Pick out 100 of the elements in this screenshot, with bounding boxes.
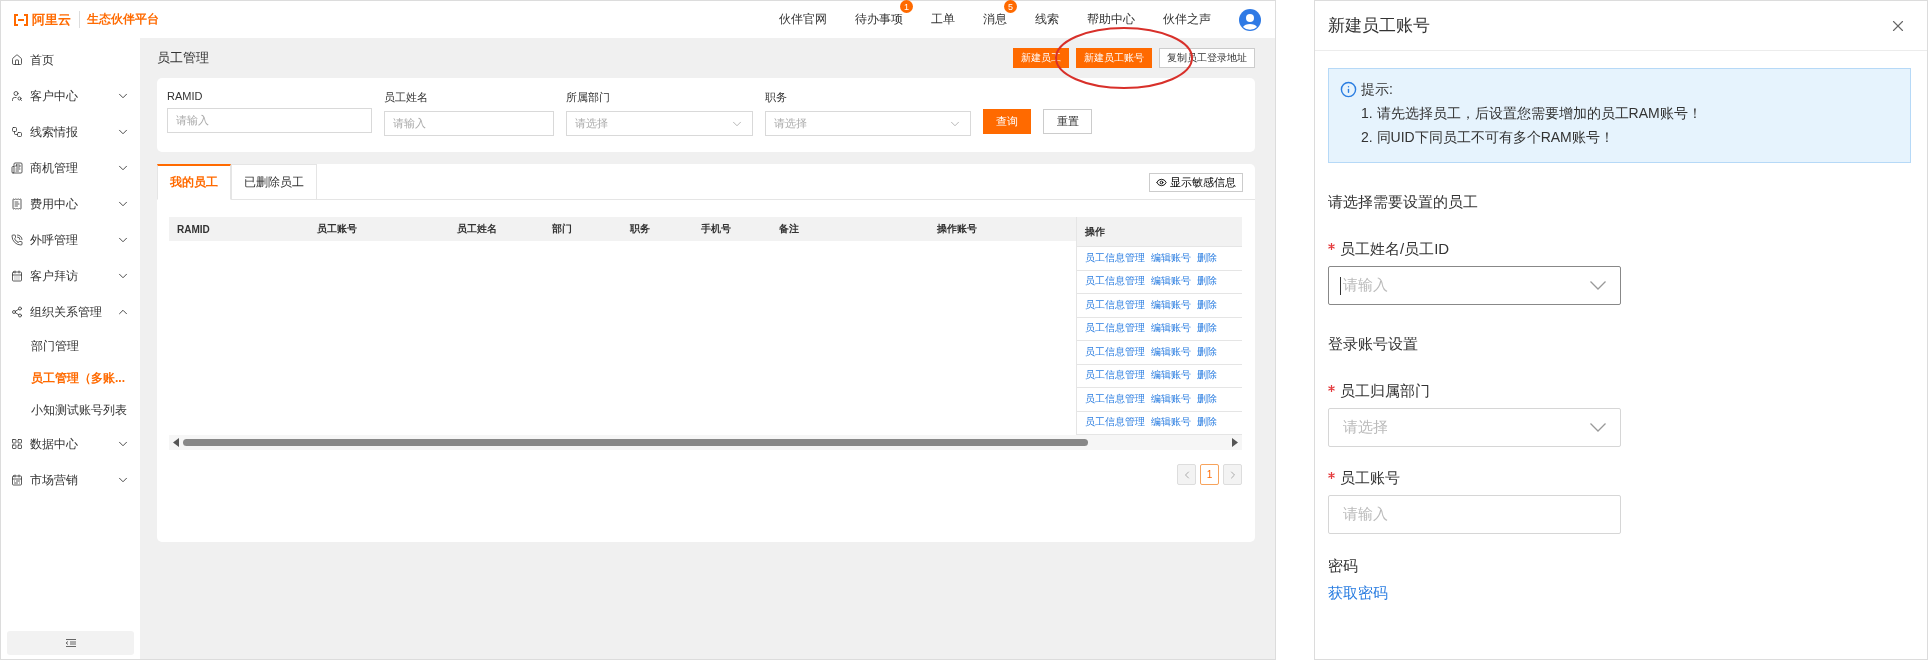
action-link[interactable]: 编辑账号 bbox=[1151, 298, 1191, 312]
sidebar-item[interactable]: 组织关系管理 bbox=[1, 294, 140, 330]
collapse-icon bbox=[65, 639, 76, 647]
action-link[interactable]: 员工信息管理 bbox=[1085, 251, 1145, 265]
action-link[interactable]: 编辑账号 bbox=[1151, 392, 1191, 406]
menu-icon bbox=[11, 54, 23, 66]
sidebar-item[interactable]: 费用中心 bbox=[1, 186, 140, 222]
menu-icon bbox=[11, 90, 23, 102]
action-link[interactable]: 编辑账号 bbox=[1151, 345, 1191, 359]
nav-link[interactable]: 工单 bbox=[931, 11, 955, 28]
action-link[interactable]: 员工信息管理 bbox=[1085, 275, 1145, 289]
input-field[interactable]: 请输入 bbox=[167, 108, 372, 133]
input-field[interactable]: 请输入 bbox=[384, 111, 554, 136]
action-link[interactable]: 删除 bbox=[1197, 369, 1217, 383]
sidebar-item[interactable]: 客户拜访 bbox=[1, 258, 140, 294]
action-link[interactable]: 员工信息管理 bbox=[1085, 392, 1145, 406]
action-link[interactable]: 编辑账号 bbox=[1151, 369, 1191, 383]
menu-icon bbox=[11, 198, 23, 210]
action-link[interactable]: 删除 bbox=[1197, 251, 1217, 265]
sidebar-subitem[interactable]: 小知测试账号列表 bbox=[1, 394, 140, 426]
query-button[interactable]: 查询 bbox=[983, 109, 1031, 134]
action-link[interactable]: 删除 bbox=[1197, 322, 1217, 336]
section-heading: 请选择需要设置的员工 bbox=[1328, 193, 1479, 212]
scroll-right-icon[interactable] bbox=[1232, 438, 1238, 447]
column-header: 职务 bbox=[630, 222, 651, 236]
sidebar-item[interactable]: 客户中心 bbox=[1, 78, 140, 114]
nav-link[interactable]: 伙伴之声 bbox=[1163, 11, 1211, 28]
nav-link[interactable]: 线索 bbox=[1035, 11, 1059, 28]
menu-icon bbox=[11, 234, 23, 246]
chevron-down-icon bbox=[1590, 423, 1606, 432]
sidebar-item[interactable]: 数据中心 bbox=[1, 426, 140, 462]
avatar-icon[interactable] bbox=[1239, 8, 1261, 31]
action-link[interactable]: 删除 bbox=[1197, 298, 1217, 312]
sidebar-item[interactable]: 首页 bbox=[1, 42, 140, 78]
action-link[interactable]: 员工信息管理 bbox=[1085, 322, 1145, 336]
field-label: 员工姓名/员工ID bbox=[1340, 240, 1450, 259]
nav-link[interactable]: 帮助中心 bbox=[1087, 11, 1135, 28]
action-link[interactable]: 删除 bbox=[1197, 416, 1217, 430]
select-field[interactable]: 请选择 bbox=[566, 111, 753, 136]
scroll-left-icon[interactable] bbox=[173, 438, 179, 447]
column-header: RAMID bbox=[177, 223, 211, 235]
action-link[interactable]: 员工信息管理 bbox=[1085, 416, 1145, 430]
menu-icon bbox=[11, 474, 23, 486]
section-heading: 登录账号设置 bbox=[1328, 335, 1419, 354]
page-title: 员工管理 bbox=[157, 49, 209, 67]
get-password-link[interactable]: 获取密码 bbox=[1328, 584, 1911, 603]
column-header: 备注 bbox=[779, 222, 800, 236]
nav-link[interactable]: 消息 bbox=[983, 11, 1007, 28]
dialog-title: 新建员工账号 bbox=[1328, 15, 1430, 37]
reset-button[interactable]: 重置 bbox=[1043, 109, 1092, 134]
filter-label: 所属部门 bbox=[566, 90, 611, 105]
field-label: 员工归属部门 bbox=[1340, 382, 1430, 401]
count-badge: 5 bbox=[1004, 0, 1017, 13]
count-badge: 1 bbox=[900, 0, 913, 13]
sidebar-item[interactable]: 线索情报 bbox=[1, 114, 140, 150]
nav-link[interactable]: 伙伴官网 bbox=[779, 11, 827, 28]
horizontal-scrollbar[interactable] bbox=[169, 435, 1242, 450]
action-link[interactable]: 编辑账号 bbox=[1151, 322, 1191, 336]
alert-text: 1. 请先选择员工，后设置您需要增加的员工RAM账号！ bbox=[1361, 105, 1702, 123]
alert-title: 提示: bbox=[1361, 81, 1394, 99]
page-button[interactable]: 1 bbox=[1200, 464, 1219, 485]
logo-icon bbox=[13, 13, 29, 26]
menu-icon bbox=[11, 126, 23, 138]
info-icon bbox=[1340, 81, 1357, 98]
action-link[interactable]: 删除 bbox=[1197, 345, 1217, 359]
alert-text: 2. 同UID下同员工不可有多个RAM账号！ bbox=[1361, 129, 1615, 147]
column-header: 操作账号 bbox=[937, 222, 978, 236]
logo-text: 阿里云 bbox=[32, 10, 71, 29]
nav-link[interactable]: 待办事项 bbox=[855, 11, 903, 28]
menu-icon bbox=[11, 162, 23, 174]
sidebar-subitem[interactable]: 员工管理（多账... bbox=[1, 362, 140, 394]
menu-icon bbox=[11, 270, 23, 282]
menu-icon bbox=[11, 306, 23, 318]
action-link[interactable]: 员工信息管理 bbox=[1085, 345, 1145, 359]
sidebar-item[interactable]: 商机管理 bbox=[1, 150, 140, 186]
action-link[interactable]: 员工信息管理 bbox=[1085, 298, 1145, 312]
action-link[interactable]: 员工信息管理 bbox=[1085, 369, 1145, 383]
action-link[interactable]: 编辑账号 bbox=[1151, 251, 1191, 265]
column-header: 员工账号 bbox=[317, 222, 358, 236]
filter-label: 员工姓名 bbox=[384, 90, 429, 105]
filter-label: 职务 bbox=[765, 90, 788, 105]
eye-icon bbox=[1156, 177, 1167, 188]
sidebar-item[interactable]: 市场营销 bbox=[1, 462, 140, 498]
select-field[interactable]: 请选择 bbox=[765, 111, 971, 136]
menu-icon bbox=[11, 438, 23, 450]
field-label: 密码 bbox=[1328, 557, 1359, 576]
action-link[interactable]: 编辑账号 bbox=[1151, 416, 1191, 430]
chevron-down-icon bbox=[1590, 281, 1606, 290]
column-header: 操作 bbox=[1077, 217, 1242, 247]
action-link[interactable]: 删除 bbox=[1197, 392, 1217, 406]
field-label: 员工账号 bbox=[1340, 469, 1400, 488]
tab[interactable]: 我的员工 bbox=[157, 164, 231, 200]
tab[interactable]: 已删除员工 bbox=[231, 164, 317, 200]
action-link[interactable]: 删除 bbox=[1197, 275, 1217, 289]
show-sensitive-button[interactable]: 显示敏感信息 bbox=[1149, 173, 1243, 192]
sidebar-item[interactable]: 外呼管理 bbox=[1, 222, 140, 258]
action-link[interactable]: 编辑账号 bbox=[1151, 275, 1191, 289]
filter-label: RAMID bbox=[167, 90, 204, 102]
sidebar-subitem[interactable]: 部门管理 bbox=[1, 330, 140, 362]
action-button[interactable]: 新建员工账号 bbox=[1076, 48, 1152, 68]
